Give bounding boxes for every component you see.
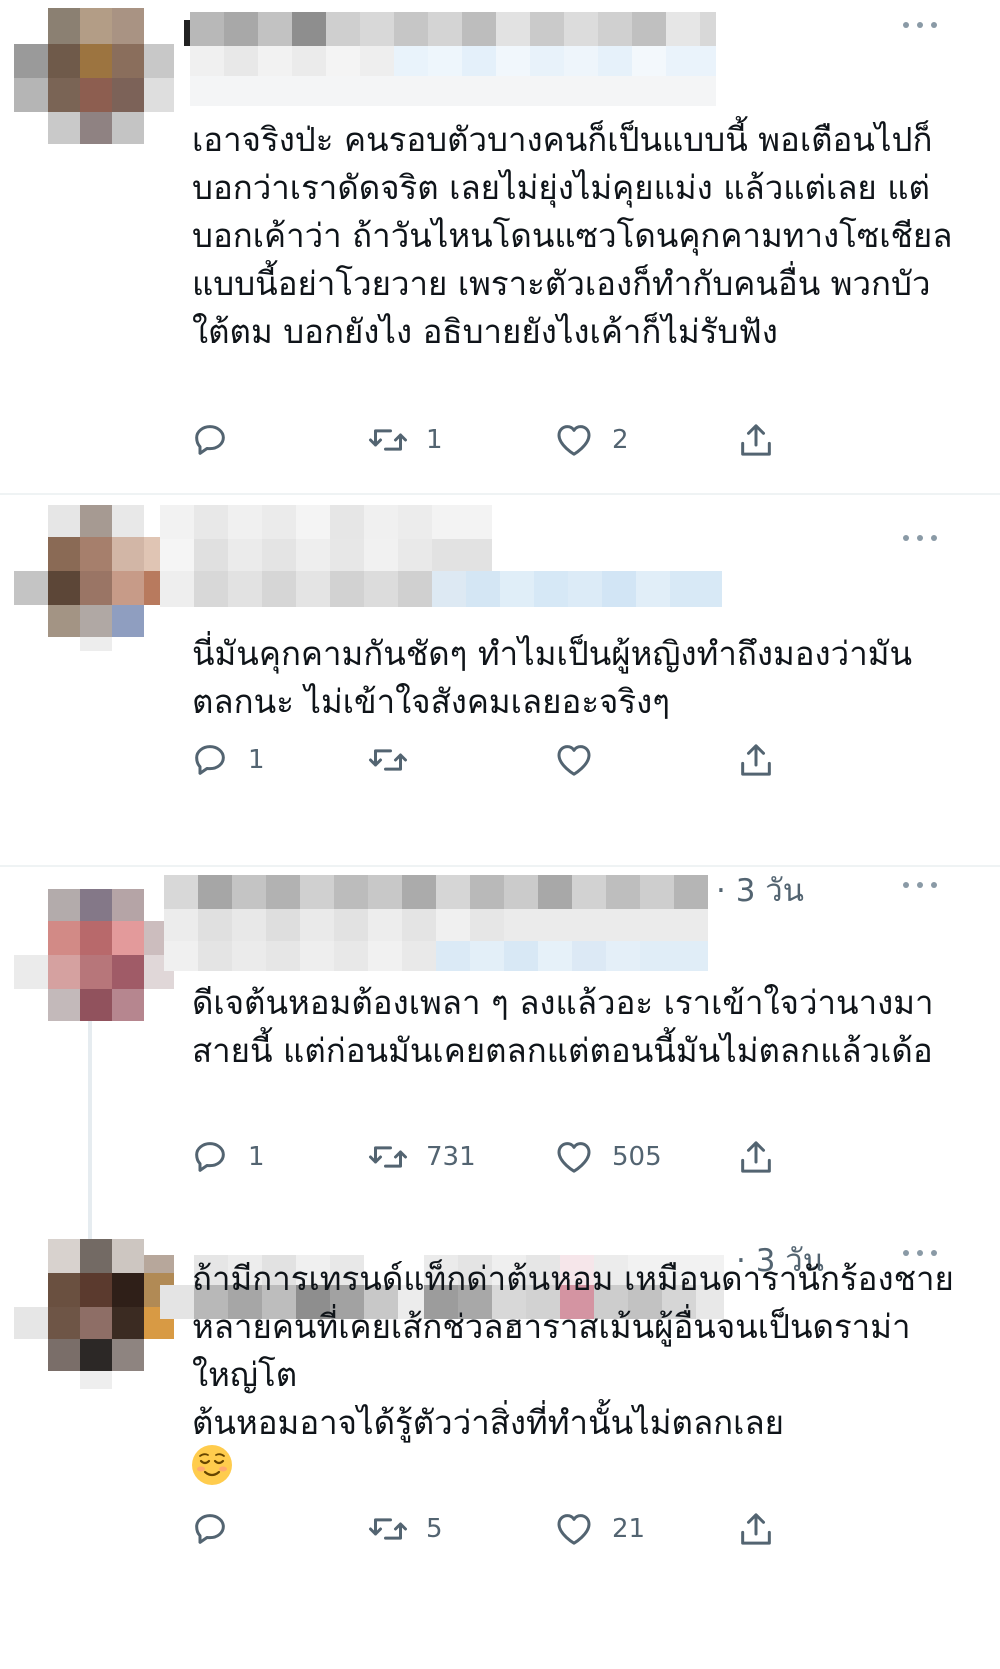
tweet-actions: 1	[190, 738, 830, 782]
tweet-text: นี่มันคุกคามกันชัดๆ ทำไมเป็นผู้หญิงทำถึง…	[192, 634, 913, 721]
tweet-1[interactable]: เอาจริงป่ะ คนรอบตัวบางคนก็เป็นแบบนี้ พอเ…	[0, 0, 1000, 495]
tweet-3[interactable]: · 3 วัน ดีเจต้นหอมต้องเพลา ๆ ลงแล้วอะ เร…	[0, 867, 1000, 1257]
retweet-icon	[369, 749, 407, 771]
tweet-text: ดีเจต้นหอมต้องเพลา ๆ ลงแล้วอะ เราเข้าใจว…	[192, 983, 934, 1070]
like-button[interactable]: 21	[554, 1507, 645, 1551]
retweet-icon	[369, 429, 407, 451]
like-icon	[557, 745, 591, 776]
more-icon[interactable]	[900, 528, 940, 548]
more-icon[interactable]	[900, 875, 940, 895]
tweet-actions: 1 2	[190, 418, 830, 462]
share-icon	[741, 1141, 771, 1173]
like-count: 2	[612, 425, 629, 455]
retweet-button[interactable]: 1	[368, 418, 443, 462]
share-icon	[741, 424, 771, 456]
avatar[interactable]	[14, 505, 174, 651]
reply-button[interactable]	[190, 1507, 248, 1551]
like-count: 21	[612, 1514, 646, 1544]
like-icon	[557, 425, 591, 456]
reply-icon	[195, 745, 225, 775]
share-button[interactable]	[736, 1507, 776, 1551]
share-button[interactable]	[736, 418, 776, 462]
retweet-icon	[369, 1146, 407, 1168]
share-icon	[741, 1513, 771, 1545]
avatar[interactable]	[14, 1239, 174, 1389]
like-count: 505	[612, 1142, 662, 1172]
reply-button[interactable]: 1	[190, 1135, 265, 1179]
tweet-text: ถ้ามีการเทรนด์แท็กด่าต้นหอม เหมือนดารานั…	[192, 1259, 954, 1442]
share-button[interactable]	[736, 1135, 776, 1179]
more-icon[interactable]	[900, 15, 940, 35]
tweet-text: เอาจริงป่ะ คนรอบตัวบางคนก็เป็นแบบนี้ พอเ…	[192, 120, 953, 351]
reply-count: 1	[248, 745, 265, 775]
avatar[interactable]	[14, 889, 174, 1029]
tweet-4[interactable]: · 3 วัน ถ้ามีการเทรนด์แท็กด่าต้นหอม เหมื…	[0, 1239, 1000, 1669]
reply-button[interactable]	[190, 418, 248, 462]
like-button[interactable]	[554, 738, 612, 782]
retweet-button[interactable]: 731	[368, 1135, 476, 1179]
like-button[interactable]: 2	[554, 418, 629, 462]
share-icon	[741, 744, 771, 776]
avatar[interactable]	[14, 8, 174, 148]
tweet-2[interactable]: นี่มันคุกคามกันชัดๆ ทำไมเป็นผู้หญิงทำถึง…	[0, 495, 1000, 813]
relieved-face-emoji	[192, 1445, 232, 1485]
like-button[interactable]: 505	[554, 1135, 662, 1179]
timestamp[interactable]: · 3 วัน	[716, 865, 804, 915]
like-icon	[557, 1142, 591, 1173]
tweet-actions: 1 731 505	[190, 1135, 830, 1179]
retweet-button[interactable]: 5	[368, 1507, 443, 1551]
reply-button[interactable]: 1	[190, 738, 265, 782]
retweet-count: 731	[426, 1142, 476, 1172]
retweet-icon	[369, 1518, 407, 1540]
retweet-count: 1	[426, 425, 443, 455]
reply-icon	[195, 425, 225, 455]
retweet-button[interactable]	[368, 738, 426, 782]
share-button[interactable]	[736, 738, 776, 782]
like-icon	[557, 1514, 591, 1545]
thread-line	[88, 1017, 92, 1257]
reply-icon	[195, 1514, 225, 1544]
reply-count: 1	[248, 1142, 265, 1172]
reply-icon	[195, 1142, 225, 1172]
retweet-count: 5	[426, 1514, 443, 1544]
tweet-actions: 5 21	[190, 1507, 830, 1551]
